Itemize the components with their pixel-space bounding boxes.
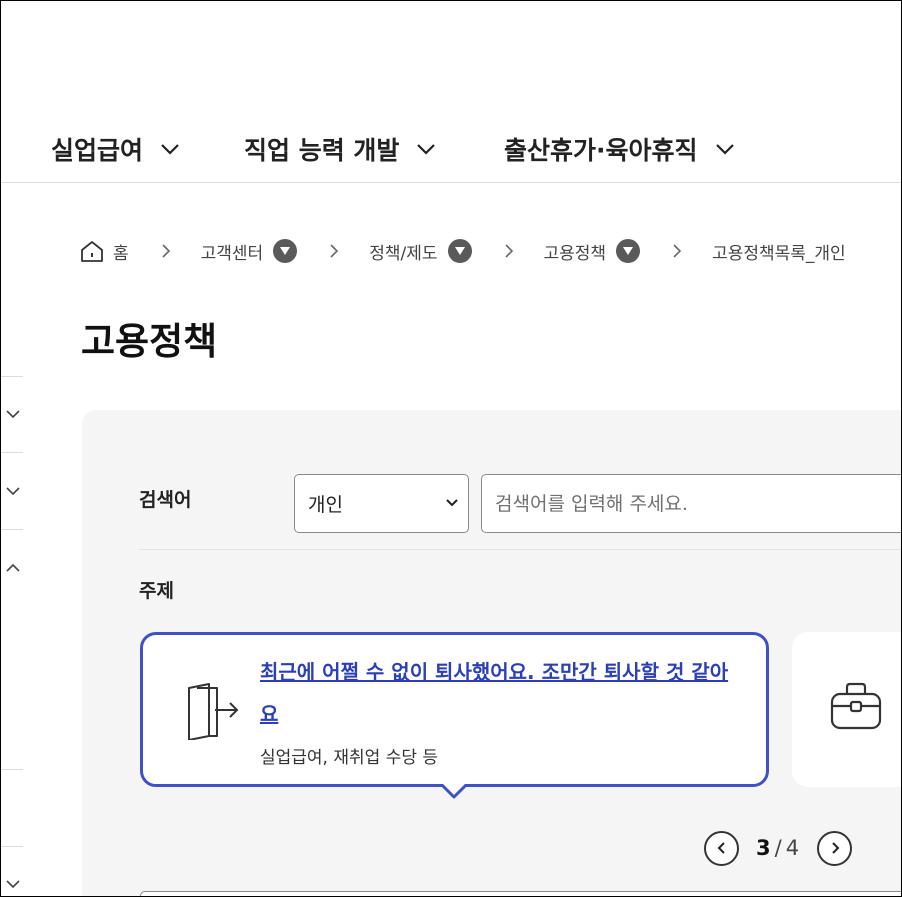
panel-divider — [139, 549, 901, 550]
next-field-box[interactable] — [140, 891, 901, 896]
chevron-down-icon — [446, 499, 458, 507]
nav-item-label: 실업급여 — [51, 136, 144, 165]
chevron-down-icon[interactable] — [5, 483, 21, 499]
chevron-right-icon — [504, 244, 513, 258]
card-pager: 3 / 4 — [704, 830, 853, 866]
exit-door-icon — [188, 683, 239, 740]
next-page-button[interactable] — [817, 830, 853, 866]
side-menu-divider — [1, 452, 23, 453]
chevron-up-icon[interactable] — [5, 560, 21, 576]
topic-card-resignation[interactable]: 최근에 어쩔 수 없이 퇴사했어요. 조만간 퇴사할 것 같아요 실업급여, 재… — [140, 632, 769, 787]
nav-item-unemployment-benefit[interactable]: 실업급여 — [51, 131, 181, 167]
chevron-down-icon — [161, 144, 179, 155]
pager-current: 3 — [756, 836, 771, 860]
chevron-right-icon — [831, 842, 839, 854]
breadcrumb-item-label: 고용정책 — [543, 243, 607, 264]
dropdown-circle-icon[interactable] — [616, 239, 641, 263]
breadcrumb: 홈 고객센터 정책/제도 고용정책 고용정책목록_개인 — [79, 235, 846, 267]
breadcrumb-item-policy-system[interactable]: 정책/제도 — [369, 239, 472, 264]
breadcrumb-item-employment-policy[interactable]: 고용정책 — [544, 239, 641, 264]
breadcrumb-home[interactable]: 홈 — [79, 238, 129, 264]
topic-card-subtitle: 실업급여, 재취업 수당 등 — [260, 748, 439, 768]
nav-item-job-skills[interactable]: 직업 능력 개발 — [244, 131, 437, 167]
search-category-select[interactable]: 개인 — [294, 474, 469, 533]
nav-item-label: 직업 능력 개발 — [244, 136, 400, 165]
pager-total: 4 — [785, 836, 800, 860]
card-pointer — [442, 783, 466, 799]
topic-label: 주제 — [139, 580, 174, 602]
dropdown-circle-icon[interactable] — [447, 239, 472, 263]
breadcrumb-item-label: 정책/제도 — [369, 243, 438, 264]
page-title: 고용정책 — [81, 320, 218, 363]
breadcrumb-home-label: 홈 — [113, 243, 129, 264]
chevron-left-icon — [717, 842, 725, 854]
search-label: 검색어 — [139, 489, 192, 511]
search-category-value: 개인 — [308, 494, 343, 516]
dropdown-circle-icon[interactable] — [273, 239, 298, 263]
main-nav: 실업급여 직업 능력 개발 출산휴가·육아휴직 — [1, 121, 901, 183]
breadcrumb-item-label: 고객센터 — [200, 243, 264, 264]
briefcase-icon — [830, 682, 882, 730]
side-menu-divider — [1, 529, 23, 530]
chevron-right-icon — [330, 244, 339, 258]
pager-separator: / — [774, 836, 782, 860]
nav-item-maternity-parental-leave[interactable]: 출산휴가·육아휴직 — [504, 131, 736, 167]
side-menu-divider — [1, 769, 23, 770]
topic-card-job[interactable] — [792, 632, 901, 787]
search-input[interactable] — [481, 474, 901, 533]
prev-page-button[interactable] — [704, 830, 739, 866]
chevron-right-icon — [162, 244, 170, 258]
page-frame: 실업급여 직업 능력 개발 출산휴가·육아휴직 홈 고객센터 정책/제도 고용정… — [0, 0, 902, 897]
nav-item-label: 출산휴가·육아휴직 — [504, 136, 698, 165]
chevron-down-icon — [715, 144, 734, 155]
topic-card-title[interactable]: 최근에 어쩔 수 없이 퇴사했어요. 조만간 퇴사할 것 같아요 — [260, 651, 740, 735]
chevron-down-icon[interactable] — [5, 406, 21, 422]
home-icon — [81, 241, 103, 262]
breadcrumb-item-label: 고용정책목록_개인 — [712, 243, 846, 264]
chevron-down-icon — [417, 144, 436, 155]
breadcrumb-item-customer-center[interactable]: 고객센터 — [201, 239, 298, 264]
chevron-right-icon — [673, 244, 682, 258]
side-menu-divider — [1, 846, 23, 847]
breadcrumb-item-current: 고용정책목록_개인 — [712, 239, 846, 264]
side-menu-divider — [1, 376, 23, 377]
chevron-down-icon[interactable] — [5, 876, 21, 892]
